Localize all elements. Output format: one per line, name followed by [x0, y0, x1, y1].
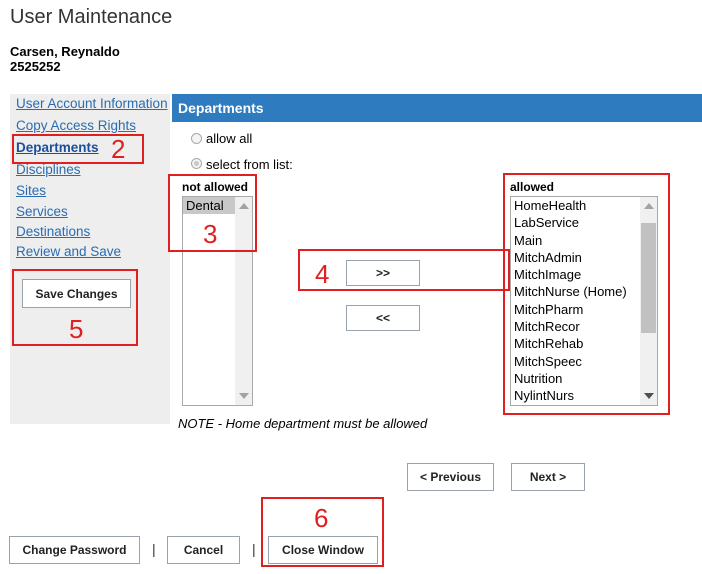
sidebar-item-review-and-save[interactable]: Review and Save: [16, 244, 121, 259]
sidebar-item-user-account-information[interactable]: User Account Information: [16, 96, 168, 111]
departments-header: Departments: [172, 94, 702, 122]
annotation-number-6: 6: [314, 503, 329, 533]
sidebar-item-destinations[interactable]: Destinations: [16, 224, 90, 239]
select-from-list-label: select from list:: [206, 157, 293, 172]
sidebar-item-services[interactable]: Services: [16, 204, 68, 219]
separator: |: [252, 541, 256, 557]
annotation-number-4: 4: [315, 259, 330, 289]
page-title: User Maintenance: [10, 6, 173, 28]
next-button[interactable]: Next >: [511, 463, 585, 491]
cancel-button[interactable]: Cancel: [167, 536, 240, 564]
allow-all-radio[interactable]: [191, 133, 202, 144]
allow-all-label: allow all: [206, 131, 253, 146]
user-name: Carsen, Reynaldo: [10, 44, 120, 59]
sidebar-item-disciplines[interactable]: Disciplines: [16, 162, 81, 177]
move-left-button[interactable]: <<: [346, 305, 420, 331]
sidebar-item-sites[interactable]: Sites: [16, 183, 46, 198]
scroll-down-icon[interactable]: [239, 393, 249, 399]
separator: |: [152, 541, 156, 557]
user-id: 2525252: [10, 59, 61, 74]
annotation-number-2: 2: [111, 134, 126, 164]
annotation-number-3: 3: [203, 219, 218, 249]
change-password-button[interactable]: Change Password: [9, 536, 140, 564]
sidebar-item-copy-access-rights[interactable]: Copy Access Rights: [16, 118, 136, 133]
select-from-list-radio[interactable]: [191, 158, 202, 169]
annotation-number-5: 5: [69, 314, 84, 344]
annotation-box-4: [298, 249, 510, 291]
annotation-box-allowed: [503, 173, 670, 415]
previous-button[interactable]: < Previous: [407, 463, 494, 491]
home-department-note: NOTE - Home department must be allowed: [178, 416, 428, 431]
